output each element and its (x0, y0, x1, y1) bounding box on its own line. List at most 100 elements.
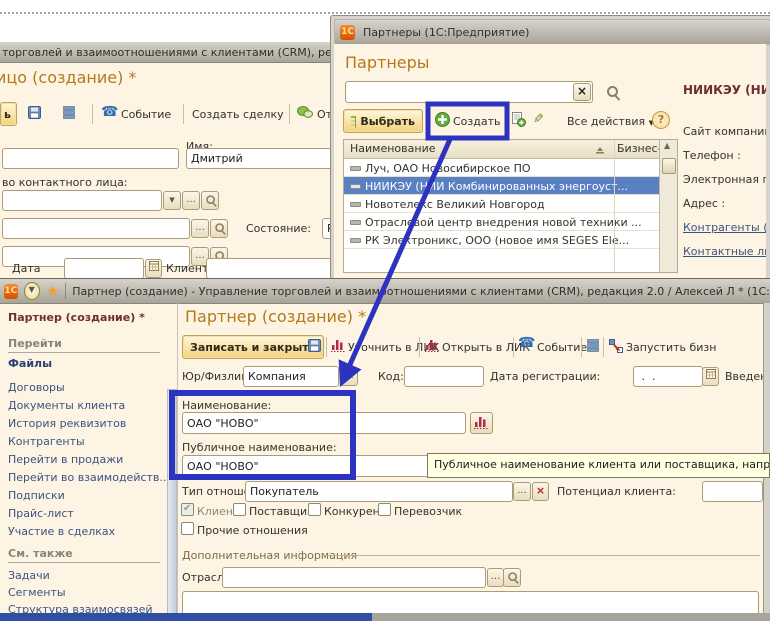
search-button[interactable] (201, 191, 219, 210)
client-field[interactable] (206, 258, 334, 279)
create-deal-button[interactable]: Создать сделку (192, 108, 284, 121)
edit-pencil-icon[interactable]: ✎ (533, 112, 544, 127)
run-process-button[interactable]: Запустить бизн (626, 341, 716, 354)
event-button[interactable]: Событие (121, 108, 171, 121)
search-button[interactable] (503, 568, 521, 587)
client-checkbox[interactable] (181, 503, 194, 516)
screenshot-root: { "colors": { "accent_orange": "#b5791c"… (0, 0, 770, 620)
partners-table: Наименование Бизнес- Луч, ОАО Новосибирс… (343, 139, 678, 273)
supplier-checkbox[interactable] (233, 503, 246, 516)
sort-icon (595, 145, 605, 154)
toolbar-separator (419, 337, 420, 357)
ellipsis-button[interactable]: ... (191, 219, 209, 238)
competitor-checkbox[interactable] (308, 503, 321, 516)
table-row-selected[interactable]: НИИКЭУ (НИИ Комбинированных энергоуст... (344, 177, 659, 195)
help-button[interactable]: ? (652, 111, 670, 129)
table-row[interactable]: РК Электроникс, ООО (новое имя SEGES Ele… (344, 231, 659, 249)
clear-button[interactable]: × (532, 482, 549, 501)
item-dash-icon (350, 238, 361, 243)
save-icon[interactable] (28, 106, 41, 122)
create-button[interactable]: Создать (453, 115, 501, 128)
biz-column-label: Бизнес- (617, 142, 659, 155)
sidebar-scrollbar[interactable] (167, 389, 177, 619)
ellipsis-button[interactable]: ... (513, 482, 531, 501)
sidebar-item-segments[interactable]: Сегменты (8, 586, 66, 599)
search-button[interactable] (210, 219, 228, 238)
contact-type-field[interactable] (2, 190, 162, 211)
site-label: Сайт компании : (683, 125, 766, 138)
sidebar-item-interactions[interactable]: Перейти во взаимодейств... (8, 471, 170, 484)
sidebar-current-item[interactable]: Партнер (создание) * (8, 311, 145, 324)
save-close-label: Записать и закрыть (190, 341, 316, 354)
industry-field[interactable] (222, 567, 486, 588)
other-relations-label: Прочие отношения (197, 524, 308, 537)
calendar-button[interactable] (145, 259, 162, 278)
open-lik-button[interactable]: Открыть в ЛИК (442, 341, 530, 354)
table-row[interactable]: Новотелекс Великий Новгород (344, 195, 659, 213)
row-label: НИИКЭУ (НИИ Комбинированных энергоуст... (365, 178, 628, 195)
contact-window: торговлей и взаимоотношениями с клиентам… (0, 42, 336, 280)
partner-details-title: НИИКЭУ (НИИ (683, 83, 766, 97)
table-scrollbar[interactable]: ▲ (659, 140, 677, 272)
supplier-checkbox-label: Поставщик (249, 505, 314, 518)
sidebar-item-history[interactable]: История реквизитов (8, 417, 126, 430)
save-icon[interactable] (308, 339, 321, 355)
partners-search-input[interactable] (345, 81, 593, 103)
table-row[interactable]: Отраслевой центр внедрения новой техники… (344, 213, 659, 231)
table-row[interactable]: Луч, ОАО Новосибирское ПО (344, 159, 659, 177)
partial-save-button[interactable]: ь (0, 102, 17, 126)
name-history-button[interactable] (470, 412, 493, 434)
contacts-link[interactable]: Контактные лиц (683, 245, 766, 258)
partners-popup-title: Партнеры (1С:Предприятие) (363, 26, 529, 39)
search-icon[interactable] (606, 85, 620, 102)
menu-circle-button[interactable]: ▼ (24, 282, 40, 300)
sidebar-item-subscriptions[interactable]: Подписки (8, 489, 65, 502)
potential-field[interactable] (702, 481, 763, 502)
select-button[interactable]: Выбрать (343, 109, 423, 133)
sidebar-section-see-also: См. также (8, 547, 160, 563)
list-icon[interactable] (63, 106, 75, 122)
code-field[interactable] (404, 366, 484, 387)
toolbar-separator (603, 337, 604, 357)
sidebar-item-pricelist[interactable]: Прайс-лист (8, 507, 74, 520)
column-header-name[interactable]: Наименование (344, 140, 614, 159)
copy-icon[interactable] (511, 112, 526, 130)
favorites-star-icon[interactable]: ★ (46, 282, 59, 300)
ellipsis-button[interactable]: ... (487, 568, 504, 587)
clear-search-button[interactable]: × (573, 83, 591, 101)
sidebar-item-contractors[interactable]: Контрагенты (8, 435, 85, 448)
entity-field[interactable] (243, 366, 339, 387)
scroll-up-icon[interactable]: ▲ (664, 141, 670, 150)
sidebar-item-tasks[interactable]: Задачи (8, 569, 50, 582)
other-relations-checkbox[interactable] (181, 522, 194, 535)
save-close-button[interactable]: Записать и закрыть (182, 335, 324, 359)
sidebar-item-contracts[interactable]: Договоры (8, 381, 65, 394)
sidebar-item-sales[interactable]: Перейти в продажи (8, 453, 123, 466)
all-actions-button[interactable]: Все действия ▼ (567, 115, 654, 128)
relation-field[interactable] (245, 481, 513, 502)
partner-name-field[interactable] (182, 412, 466, 434)
surname-field[interactable] (2, 148, 179, 169)
public-name-field[interactable] (182, 455, 469, 477)
contractors-link[interactable]: Контрагенты (1) (683, 221, 766, 234)
calendar-button[interactable] (702, 367, 719, 386)
event-button[interactable]: Событие (537, 341, 587, 354)
column-header-biz[interactable]: Бизнес- (614, 140, 659, 159)
sidebar-item-deals[interactable]: Участие в сделках (8, 525, 115, 538)
ellipsis-button[interactable]: ... (182, 191, 200, 210)
date-field[interactable] (64, 258, 144, 279)
org-field[interactable] (2, 218, 190, 239)
list-icon[interactable] (587, 339, 599, 355)
carrier-checkbox[interactable] (378, 503, 391, 516)
scroll-thumb[interactable] (662, 158, 676, 174)
dropdown-button[interactable]: ▼ (163, 191, 181, 210)
select-cursor-icon (351, 115, 356, 128)
regdate-label: Дата регистрации: (490, 370, 600, 383)
firstname-field[interactable] (186, 148, 335, 169)
sidebar-item-files[interactable]: Файлы (8, 357, 52, 370)
competitor-checkbox-label: Конкурент (324, 505, 386, 518)
ellipsis-button[interactable]: ... (340, 367, 358, 386)
regdate-field[interactable] (633, 366, 703, 387)
row-label: Новотелекс Великий Новгород (365, 196, 545, 213)
sidebar-item-client-docs[interactable]: Документы клиента (8, 399, 125, 412)
